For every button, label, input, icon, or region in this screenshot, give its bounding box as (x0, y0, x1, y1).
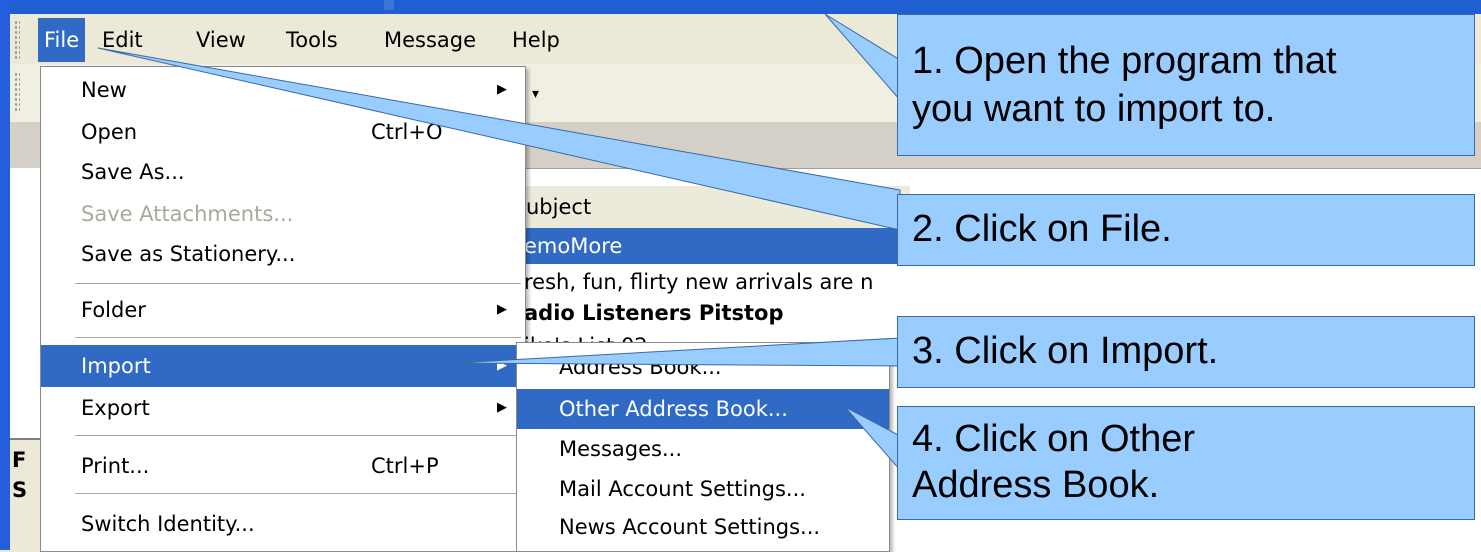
callout-2: 2. Click on File. (897, 194, 1475, 266)
callout-3-pointer (454, 337, 901, 367)
callout-3: 3. Click on Import. (897, 316, 1475, 388)
callout-1-line-1: 1. Open the program that (912, 40, 1337, 82)
callout-1-pointer (824, 13, 901, 102)
callout-3-line-1: 3. Click on Import. (912, 330, 1219, 372)
callout-1-line-2: you want to import to. (912, 88, 1276, 130)
callout-2-line-1: 2. Click on File. (912, 208, 1172, 250)
callout-4-line-1: 4. Click on Other (912, 418, 1195, 460)
callout-4-line-2: Address Book. (912, 464, 1160, 506)
callout-1: 1. Open the program that you want to imp… (897, 14, 1475, 156)
callout-4: 4. Click on Other Address Book. (897, 406, 1475, 520)
callout-4-pointer (844, 406, 901, 472)
callout-2-pointer (97, 47, 901, 231)
